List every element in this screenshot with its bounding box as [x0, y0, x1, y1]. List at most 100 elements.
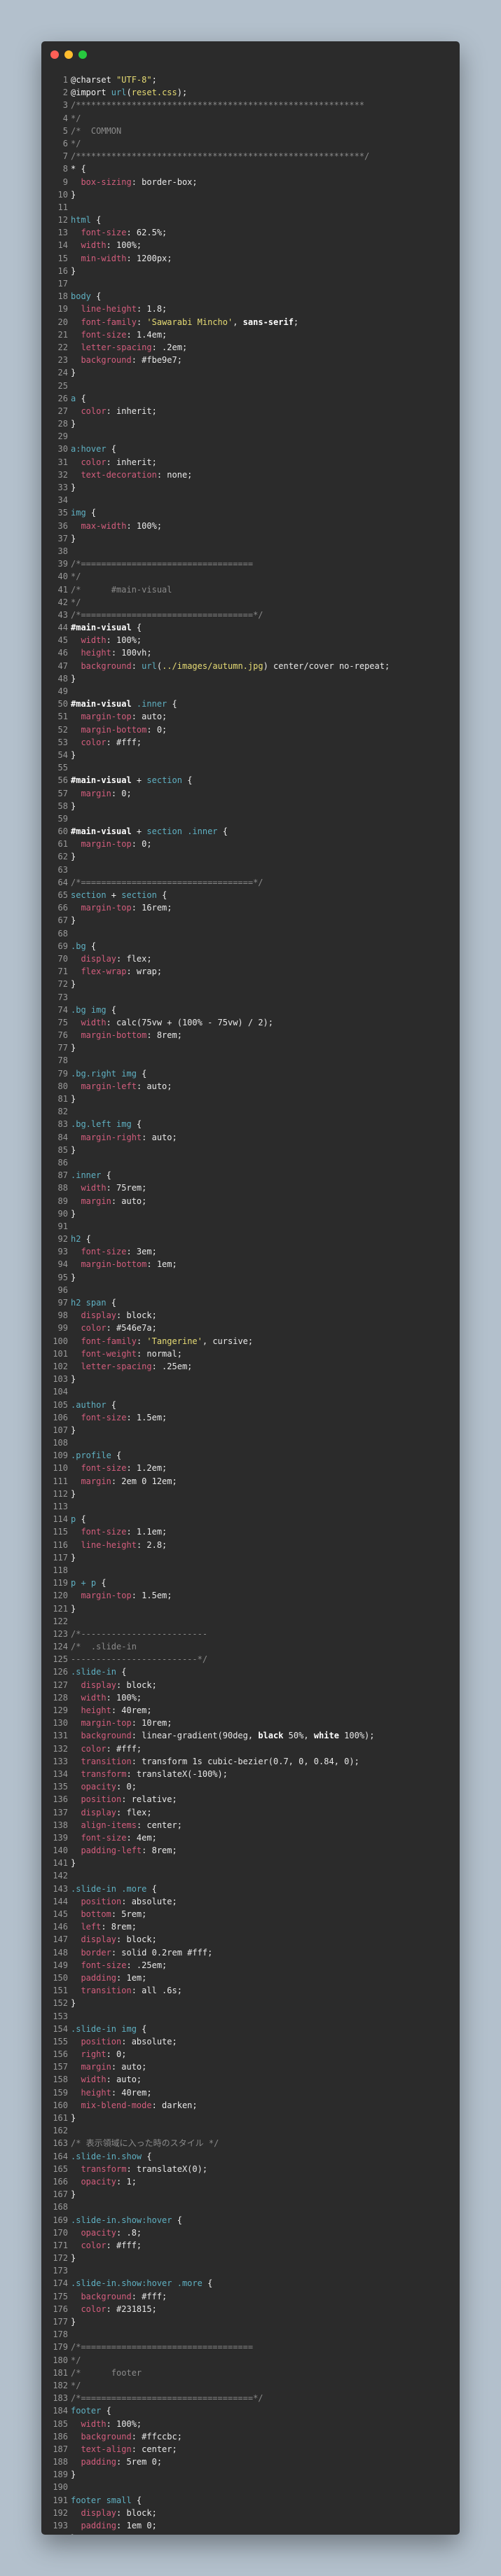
code-token: /*==================================	[71, 559, 254, 569]
code-text: }	[71, 266, 76, 276]
code-line: 111 margin: 2em 0 12em;	[41, 1475, 460, 1488]
code-token: }	[71, 1858, 76, 1869]
line-number: 171	[53, 2240, 68, 2250]
code-token: h2	[71, 1234, 81, 1245]
code-token: background	[81, 355, 132, 366]
code-token: footer small	[71, 2495, 132, 2505]
maximize-window-button[interactable]	[78, 50, 87, 59]
code-token: padding	[81, 1972, 117, 1983]
code-token: : #fff;	[106, 1743, 142, 1754]
code-token: flex-wrap	[81, 967, 127, 977]
line-number: 44	[57, 623, 68, 633]
code-token: {	[131, 1119, 142, 1130]
code-line: 157 margin: auto;	[41, 2061, 460, 2073]
line-number: 53	[57, 737, 68, 747]
code-token: : 1.8;	[136, 304, 167, 314]
code-token: color	[81, 2304, 107, 2314]
code-token: */	[71, 597, 81, 607]
code-line: 160 mix-blend-mode: darken;	[41, 2099, 460, 2112]
code-text: section + section {	[71, 890, 167, 900]
code-token: .inner	[71, 1170, 102, 1181]
code-token: -------------------------*/	[71, 1654, 208, 1665]
code-text: padding: 5rem 0;	[71, 2457, 162, 2467]
line-number: 157	[53, 2062, 68, 2072]
code-line: 103}	[41, 1373, 460, 1385]
code-view[interactable]: 1 @charset "UTF-8"; 2 @import url(reset.css…	[41, 74, 460, 2535]
code-text: p + p {	[71, 1578, 107, 1588]
line-number: 152	[53, 1998, 68, 2009]
code-text: margin: auto;	[71, 2062, 146, 2072]
code-text: @import url(reset.css);	[71, 88, 187, 97]
line-number: 134	[53, 1768, 68, 1779]
code-line: 88 width: 75rem;	[41, 1182, 460, 1194]
line-number: 108	[53, 1438, 68, 1448]
code-token: {	[146, 1883, 157, 1894]
code-text: /*==================================*/	[71, 2393, 263, 2403]
code-token: : #fff;	[131, 2291, 167, 2301]
code-text: h2 {	[71, 1234, 91, 1244]
code-line: 51 margin-top: auto;	[41, 710, 460, 723]
code-text: .inner {	[71, 1170, 111, 1180]
code-line: 97 h2 span {	[41, 1296, 460, 1309]
code-line: 135 opacity: 0;	[41, 1780, 460, 1793]
line-number: 13	[57, 228, 68, 238]
code-token: transition	[81, 1986, 132, 1996]
code-token: 'Sawarabi Mincho'	[146, 317, 233, 327]
code-text: /*==================================*/	[71, 878, 263, 887]
code-token: : #ffccbc;	[131, 2431, 182, 2442]
code-text: /***************************************…	[71, 151, 369, 161]
code-text: .slide-in.show:hover .more {	[71, 2278, 212, 2288]
code-text: }	[71, 483, 76, 492]
code-token: opacity	[81, 2227, 117, 2238]
code-line: 193 padding: 1em 0;	[41, 2519, 460, 2532]
code-token: color	[81, 457, 107, 467]
line-number: 145	[53, 1909, 68, 1919]
code-token: +	[106, 890, 122, 900]
line-number: 21	[57, 329, 68, 340]
line-number: 133	[53, 1756, 68, 1766]
code-text: font-weight: normal;	[71, 1349, 182, 1359]
code-text: /* 表示領域に入った時のスタイル */	[71, 2138, 219, 2148]
code-text: }	[71, 1489, 76, 1499]
code-text: img {	[71, 508, 96, 518]
code-token: : 8rem;	[101, 1922, 137, 1932]
line-number: 146	[53, 1922, 68, 1932]
line-number: 183	[53, 2393, 68, 2404]
code-text: padding-left: 8rem;	[71, 1846, 177, 1855]
code-token: : .25em;	[151, 1361, 193, 1371]
code-line: 26 a {	[41, 392, 460, 405]
line-number: 15	[57, 253, 68, 263]
code-token: color	[81, 737, 107, 747]
line-number: 194	[41, 2532, 68, 2535]
code-text: }	[71, 2113, 76, 2123]
code-text: transition: transform 1s cubic-bezier(0.…	[71, 1757, 359, 1766]
code-text: display: block;	[71, 1680, 156, 1690]
code-token: font-size	[81, 329, 127, 340]
code-token: /*==================================*/	[71, 2393, 263, 2404]
line-number: 162	[53, 2126, 68, 2136]
code-line: 36 max-width: 100%;	[41, 520, 460, 532]
code-line: 151 transition: all .6s;	[41, 1984, 460, 1997]
code-text: color: #231815;	[71, 2304, 156, 2314]
minimize-window-button[interactable]	[64, 50, 73, 59]
line-number: 110	[53, 1463, 68, 1474]
code-token: font-family	[81, 1336, 137, 1346]
code-line: 67}	[41, 914, 460, 927]
code-token: 100%);	[338, 1731, 375, 1741]
close-window-button[interactable]	[50, 50, 59, 59]
code-text: height: 100vh;	[71, 648, 151, 658]
code-line: 46 height: 100vh;	[41, 646, 460, 659]
code-text: color: inherit;	[71, 457, 156, 467]
code-token: margin-top	[81, 1591, 132, 1601]
code-line: 59	[41, 812, 460, 825]
code-text: color: #fff;	[71, 1744, 142, 1754]
code-text: width: 100%;	[71, 2419, 142, 2429]
